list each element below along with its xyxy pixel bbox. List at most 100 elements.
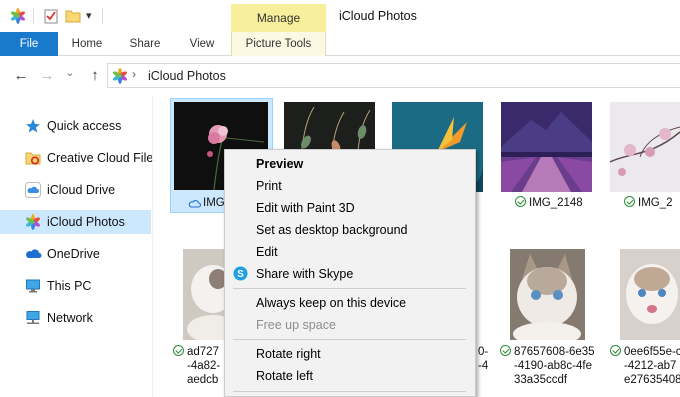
star-icon (25, 118, 42, 134)
back-button[interactable]: ← (11, 66, 31, 86)
menu-item-edit-with-paint-3d[interactable]: Edit with Paint 3D (225, 197, 475, 219)
file-name-label: IMG_2148 (529, 197, 583, 209)
recent-locations-button[interactable]: ⌄ (60, 63, 80, 83)
menu-item-always-keep-on-device[interactable]: Always keep on this device (225, 292, 475, 314)
file-name-line: aedcb (187, 374, 219, 386)
file-name-partial[interactable]: 0- -4 (478, 345, 488, 373)
menu-item-label: Always keep on this device (256, 296, 407, 310)
sidebar-item-label: OneDrive (47, 247, 100, 261)
tab-share[interactable]: Share (121, 32, 169, 56)
sidebar-item-label: Creative Cloud Files (47, 151, 160, 165)
sidebar-item-quick-access[interactable]: Quick access (0, 114, 151, 138)
synced-check-icon (173, 345, 184, 356)
tab-view[interactable]: View (178, 32, 226, 56)
sidebar-item-label: Network (47, 311, 93, 325)
onedrive-cloud-icon (25, 246, 42, 262)
thumbnail-cat-3[interactable] (620, 249, 680, 340)
menu-item-label: Rotate left (256, 369, 313, 383)
tab-picture-tools[interactable]: Picture Tools (231, 32, 326, 56)
file-name-line: 87657608-6e35 (514, 346, 595, 358)
icloud-photos-location-icon (112, 68, 128, 84)
file-name-line: -4212-ab7 (624, 360, 677, 372)
file-name-line: ad727 (187, 346, 219, 358)
menu-item-label: Edit (256, 245, 278, 259)
manage-tab-header[interactable]: Manage (231, 4, 326, 33)
ribbon-tab-bar: File Home Share View Picture Tools (0, 32, 680, 56)
menu-item-label: Set as desktop background (256, 223, 408, 237)
file-name-ad727[interactable]: ad727 -4a82- aedcb (173, 345, 220, 387)
menu-item-rotate-left[interactable]: Rotate left (225, 365, 475, 387)
window-title: iCloud Photos (339, 9, 417, 23)
sidebar-item-icloud-photos[interactable]: iCloud Photos (0, 210, 151, 234)
up-button[interactable]: ↑ (85, 66, 105, 86)
properties-checkmark-icon[interactable] (43, 8, 59, 24)
menu-item-label: Edit with Paint 3D (256, 201, 355, 215)
file-name-img-2148[interactable]: IMG_2148 (515, 196, 583, 210)
network-icon (25, 310, 42, 326)
file-name-87657608[interactable]: 87657608-6e35 -4190-ab8c-4fe 33a35ccdf (500, 345, 595, 387)
title-bar: ▾ Manage iCloud Photos (0, 0, 680, 33)
customize-toolbar-dropdown-icon[interactable]: ▾ (86, 9, 102, 25)
file-name-line: 0ee6f55e-c (624, 346, 680, 358)
synced-check-icon (610, 345, 621, 356)
creative-cloud-folder-icon (25, 150, 42, 166)
forward-button[interactable]: → (37, 66, 57, 86)
menu-separator (233, 339, 466, 340)
file-name-label: IMG_2 (638, 197, 673, 209)
sidebar-item-label: Quick access (47, 119, 122, 133)
sidebar-item-network[interactable]: Network (0, 306, 151, 330)
sidebar-item-label: iCloud Photos (47, 215, 125, 229)
icloud-photos-icon (25, 214, 42, 230)
thumbnail-cat-1[interactable] (183, 249, 225, 340)
menu-item-edit[interactable]: Edit (225, 241, 475, 263)
sidebar-item-creative-cloud-files[interactable]: Creative Cloud Files (0, 146, 160, 170)
menu-item-label: Print (256, 179, 282, 193)
breadcrumb-chevron-icon[interactable]: › (132, 67, 136, 81)
file-name-label: IMG (203, 197, 225, 209)
cloud-only-status-icon (188, 198, 202, 212)
sidebar-item-icloud-drive[interactable]: iCloud Drive (0, 178, 151, 202)
menu-item-free-up-space[interactable]: Free up space (225, 314, 475, 336)
context-menu: Preview Print Edit with Paint 3D Set as … (224, 149, 476, 397)
sidebar-item-label: This PC (47, 279, 92, 293)
icloud-photos-app-icon[interactable] (10, 8, 26, 24)
navigation-pane: Quick access Creative Cloud Files iCloud… (0, 96, 160, 397)
toolbar-separator (33, 8, 34, 24)
menu-item-print[interactable]: Print (225, 175, 475, 197)
file-name-img[interactable]: IMG (188, 196, 225, 212)
menu-item-share-with-skype[interactable]: S Share with Skype (225, 263, 475, 285)
pane-divider (152, 96, 153, 397)
menu-separator (233, 288, 466, 289)
breadcrumb-icloud-photos[interactable]: iCloud Photos (148, 69, 226, 83)
sidebar-item-this-pc[interactable]: This PC (0, 274, 151, 298)
svg-text:S: S (237, 269, 244, 280)
thumbnail-cat-2[interactable] (510, 249, 585, 340)
tab-home[interactable]: Home (63, 32, 111, 56)
file-name-img-2[interactable]: IMG_2 (624, 196, 673, 210)
thumbnail-cherry-blossom[interactable] (610, 102, 680, 192)
thumbnail-lavender-field[interactable] (501, 102, 592, 192)
synced-check-icon (500, 345, 511, 356)
file-name-line: 33a35ccdf (514, 374, 568, 386)
menu-item-label: Free up space (256, 318, 336, 332)
synced-check-icon (515, 196, 526, 207)
tab-file[interactable]: File (0, 32, 58, 56)
computer-icon (25, 278, 42, 294)
sidebar-item-label: iCloud Drive (47, 183, 116, 197)
synced-check-icon (624, 196, 635, 207)
skype-icon: S (233, 266, 248, 281)
file-name-line: -4 (478, 360, 489, 372)
menu-item-preview[interactable]: Preview (225, 153, 475, 175)
menu-item-rotate-right[interactable]: Rotate right (225, 343, 475, 365)
file-name-line: e27635408 (624, 374, 680, 386)
menu-item-label: Share with Skype (256, 267, 354, 281)
menu-item-set-desktop-background[interactable]: Set as desktop background (225, 219, 475, 241)
sidebar-item-onedrive[interactable]: OneDrive (0, 242, 151, 266)
file-name-line: -4190-ab8c-4fe (514, 360, 592, 372)
toolbar-separator (102, 8, 103, 24)
menu-item-label: Preview (256, 157, 304, 171)
icloud-icon (25, 182, 42, 198)
menu-item-label: Rotate right (256, 347, 321, 361)
new-folder-icon[interactable] (65, 8, 81, 24)
file-name-0ee6f55e[interactable]: 0ee6f55e-c -4212-ab7 e27635408 (610, 345, 680, 387)
